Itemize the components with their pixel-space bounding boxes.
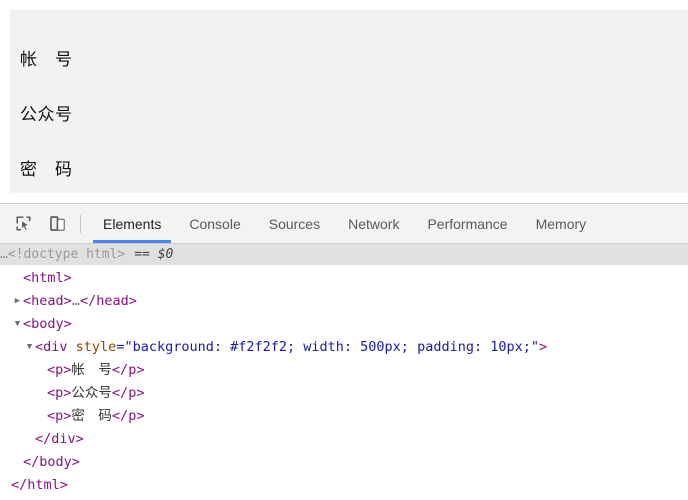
p2-tag-name: p <box>55 385 64 401</box>
p2-text: 公众号 <box>71 385 112 401</box>
div-attr-name-style[interactable]: style <box>76 336 117 359</box>
body-end-name: body <box>39 454 72 470</box>
device-toolbar-icon[interactable] <box>40 204 74 243</box>
inspect-element-icon-svg <box>16 216 30 231</box>
html-end-close: > <box>59 477 68 493</box>
div-tag-name: div <box>43 339 68 355</box>
dom-line-html-open[interactable]: < html > <box>0 267 688 290</box>
div-attr-value-style[interactable]: background: #f2f2f2; width: 500px; paddi… <box>133 336 531 359</box>
body-tag-name: body <box>31 316 64 332</box>
dom-line-div-close[interactable]: </div > <box>0 428 688 451</box>
chevron-right-icon[interactable]: ▶ <box>12 290 23 313</box>
page-viewport: 帐 号 公众号 密 码 <box>0 0 688 203</box>
head-end-close: > <box>128 293 137 309</box>
body-open-bracket: < <box>23 316 32 332</box>
p1-close-bracket: > <box>63 362 72 378</box>
p2-open-bracket: < <box>47 385 56 401</box>
div-end-close: > <box>75 431 84 447</box>
p1-end-open: </ <box>111 362 129 378</box>
head-tag-name: head <box>31 293 64 309</box>
toolbar-divider <box>80 214 81 233</box>
devtools-panel: Elements Console Sources Network Perform… <box>0 203 688 500</box>
div-attr-eq: = <box>116 339 125 355</box>
dom-line-p-2[interactable]: < p > 公众号 </p > <box>0 382 688 405</box>
dom-line-div-open[interactable]: ▼ < div style = " background: #f2f2f2; width… <box>0 336 688 359</box>
html-tag-name: html <box>31 270 64 286</box>
html-end-name: html <box>27 477 60 493</box>
p3-end-open: </ <box>111 408 129 424</box>
tab-sources[interactable]: Sources <box>255 204 334 243</box>
p2-end-name: p <box>128 385 137 401</box>
div-end-open: </ <box>35 431 52 447</box>
doctype-row[interactable]: … <!doctype html> == $0 <box>0 244 688 265</box>
p3-end-close: > <box>136 408 145 424</box>
div-attr-quote-open: " <box>124 339 133 355</box>
div-attr-quote-close: " <box>530 339 539 355</box>
html-close-bracket: > <box>63 270 72 286</box>
tab-network[interactable]: Network <box>334 204 413 243</box>
dom-tree: < html > ▶ < head >… </head > ▼ < body > ▼ < div … <box>0 265 688 497</box>
p3-tag-name: p <box>55 408 64 424</box>
paragraph-official-account: 公众号 <box>20 105 73 125</box>
selected-node-reference: == $0 <box>134 247 174 262</box>
tab-sources-label: Sources <box>268 215 321 232</box>
body-close-bracket: > <box>63 316 72 332</box>
p2-end-open: </ <box>111 385 129 401</box>
dom-line-body-open[interactable]: ▼ < body > <box>0 313 688 336</box>
tab-performance-label: Performance <box>427 215 508 232</box>
html-open-bracket: < <box>23 270 32 286</box>
head-close-bracket: > <box>63 293 72 309</box>
p1-end-name: p <box>128 362 137 378</box>
p2-close-bracket: > <box>63 385 72 401</box>
html-end-open: </ <box>11 477 28 493</box>
tab-memory[interactable]: Memory <box>522 204 601 243</box>
dom-line-p-1[interactable]: < p > 帐 号 </p > <box>0 359 688 382</box>
dom-line-p-3[interactable]: < p > 密 码 </p > <box>0 405 688 428</box>
p1-text: 帐 号 <box>71 362 112 378</box>
head-open-bracket: < <box>23 293 32 309</box>
tab-console[interactable]: Console <box>175 204 254 243</box>
p3-end-name: p <box>128 408 137 424</box>
paragraph-account: 帐 号 <box>20 50 73 70</box>
tab-network-label: Network <box>348 215 400 232</box>
tab-memory-label: Memory <box>535 215 587 232</box>
chevron-down-icon[interactable]: ▼ <box>12 313 23 336</box>
head-end-name: head <box>96 293 129 309</box>
p3-open-bracket: < <box>47 408 56 424</box>
tab-elements-label: Elements <box>103 215 162 232</box>
tab-console-label: Console <box>189 215 241 232</box>
p3-text: 密 码 <box>71 408 112 424</box>
body-end-close: > <box>71 454 80 470</box>
dom-line-body-close[interactable]: </body > <box>0 451 688 474</box>
doctype-text: <!doctype html> <box>7 247 126 262</box>
inspect-element-icon[interactable] <box>6 204 40 243</box>
p1-end-close: > <box>136 362 145 378</box>
div-end-name: div <box>51 431 76 447</box>
chevron-down-icon-div[interactable]: ▼ <box>24 336 35 359</box>
dom-line-html-close[interactable]: </html > <box>0 474 688 497</box>
body-end-open: </ <box>23 454 40 470</box>
div-close-bracket: > <box>539 339 548 355</box>
p2-end-close: > <box>136 385 145 401</box>
p3-close-bracket: > <box>63 408 72 424</box>
tab-performance[interactable]: Performance <box>413 204 521 243</box>
devtools-toolbar: Elements Console Sources Network Perform… <box>0 204 688 244</box>
dom-line-head[interactable]: ▶ < head >… </head > <box>0 290 688 313</box>
head-collapsed-ellipsis: … <box>71 293 80 309</box>
device-toolbar-icon-svg <box>49 216 65 231</box>
doctype-ellipsis: … <box>0 247 8 262</box>
page-content-container: 帐 号 公众号 密 码 <box>10 10 688 193</box>
p1-open-bracket: < <box>47 362 56 378</box>
div-open-bracket: < <box>35 339 44 355</box>
tab-elements[interactable]: Elements <box>89 204 175 243</box>
head-end-open: </ <box>79 293 97 309</box>
paragraph-password: 密 码 <box>20 160 73 180</box>
p1-tag-name: p <box>55 362 64 378</box>
